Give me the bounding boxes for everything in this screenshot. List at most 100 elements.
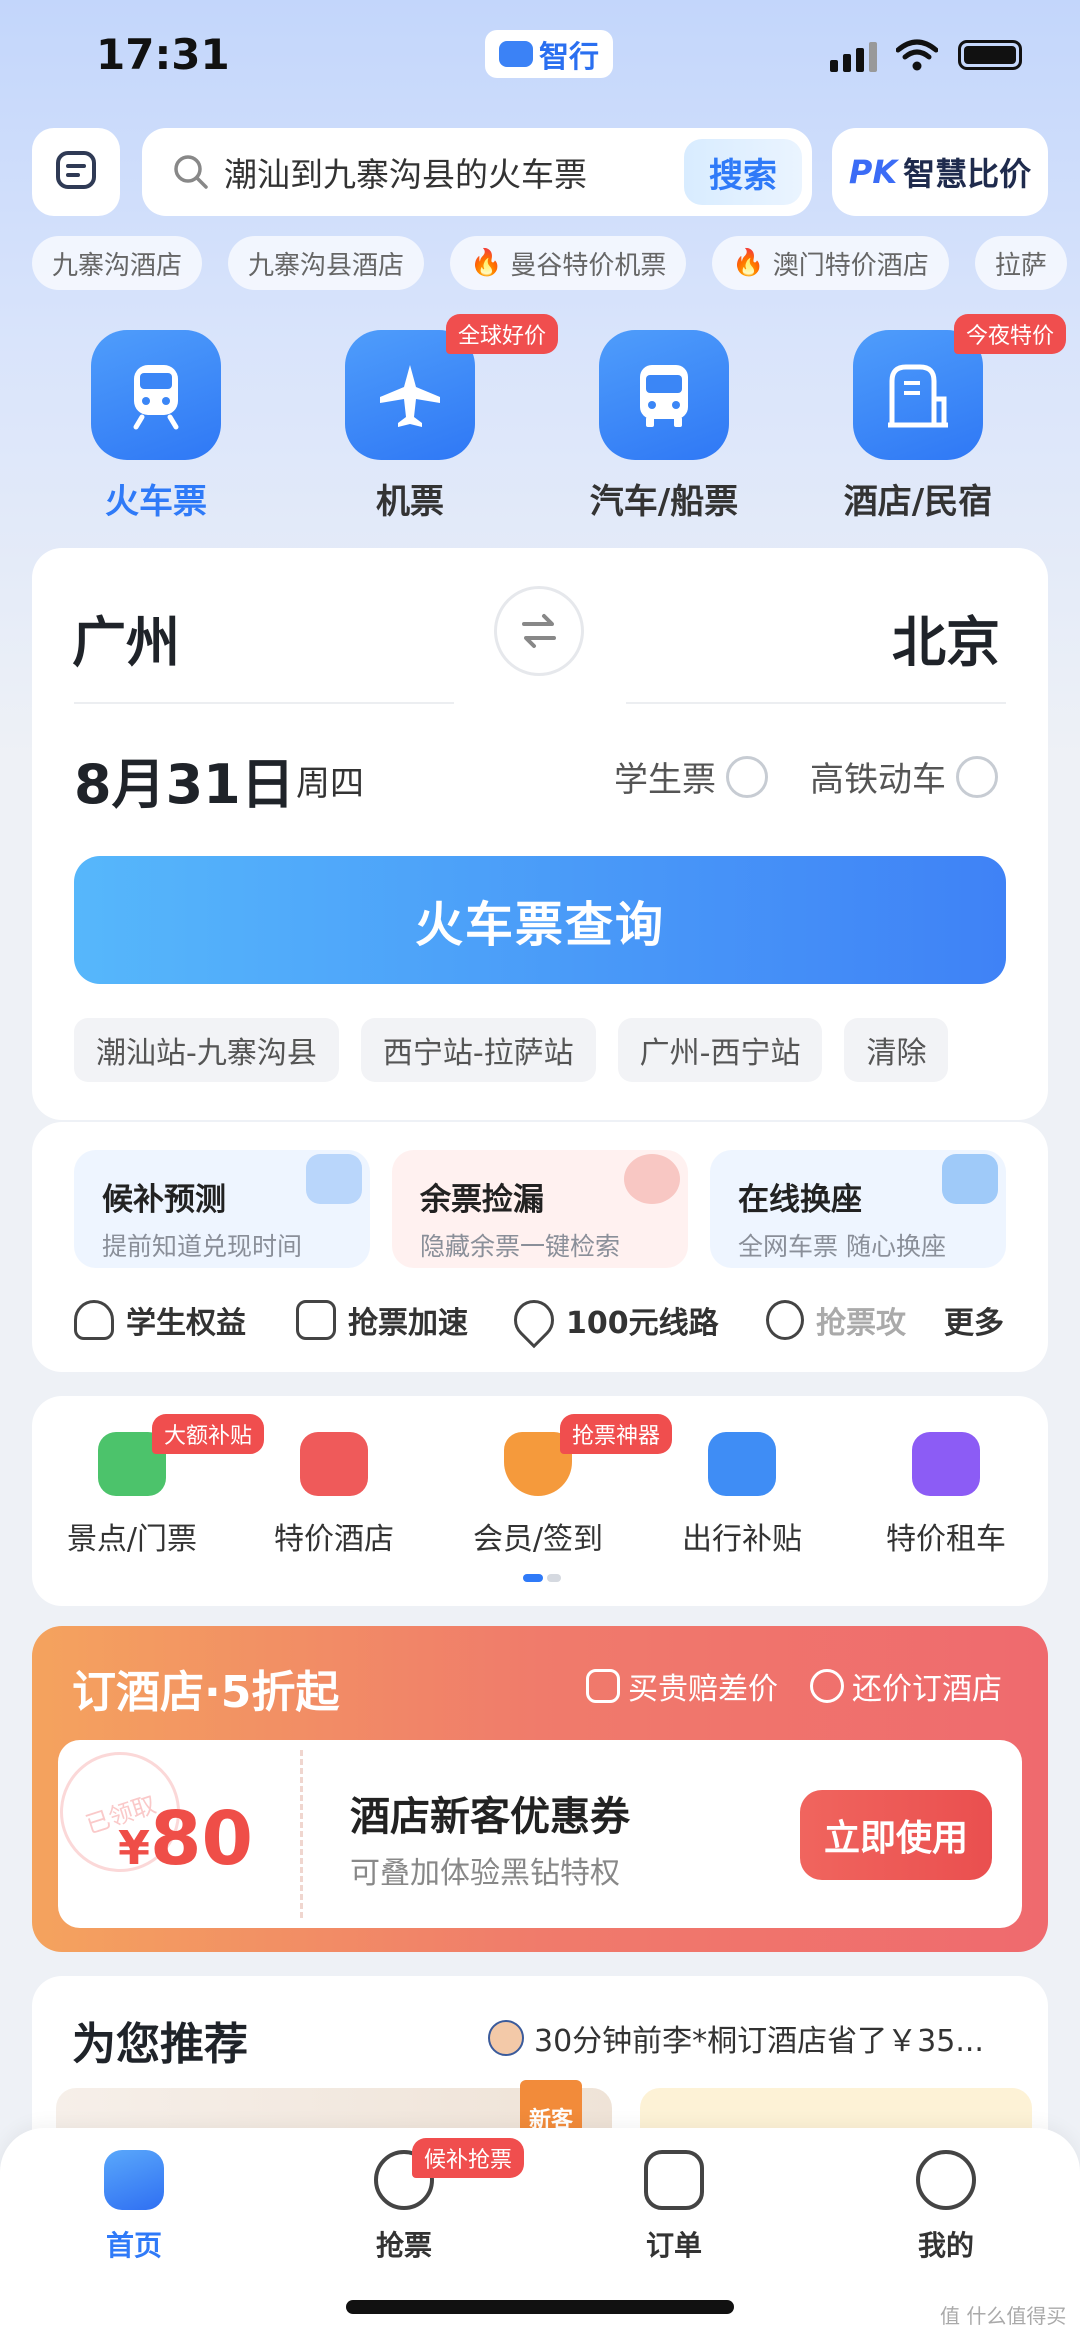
search-icon xyxy=(174,155,208,189)
grid-label: 特价酒店 xyxy=(274,1522,394,1557)
price-compare-label: 智慧比价 xyxy=(903,155,1032,193)
checkbox-circle xyxy=(956,755,998,798)
history-item[interactable]: 西宁站-拉萨站 xyxy=(360,1018,596,1082)
tab-home[interactable]: 首页 xyxy=(64,2150,204,2264)
tab-label: 首页 xyxy=(105,2229,162,2262)
departure-date[interactable]: 8月31日 xyxy=(74,740,295,819)
category-train[interactable]: 火车票 xyxy=(56,330,256,523)
grid-badge: 抢票神器 xyxy=(560,1414,673,1454)
train-search-button[interactable]: 火车票查询 xyxy=(74,856,1006,984)
status-time: 17:31 xyxy=(96,30,230,79)
quick-tag[interactable]: 拉萨 xyxy=(974,236,1067,290)
quick-tag[interactable]: 🔥 澳门特价酒店 xyxy=(712,236,949,290)
category-hotel[interactable]: 酒店/民宿 xyxy=(818,330,1018,523)
more-link[interactable]: 更多 xyxy=(944,1298,1004,1342)
quick-tags: 九寨沟酒店 九寨沟县酒店 🔥 曼谷特价机票 🔥 澳门特价酒店 拉萨 xyxy=(32,236,1080,292)
departure-city[interactable]: 广州 xyxy=(72,598,180,677)
shield-icon xyxy=(586,1669,620,1703)
home-icon xyxy=(104,2150,164,2210)
train-icon xyxy=(91,330,221,460)
flame-icon: 🔥 xyxy=(470,248,503,278)
category-badge: 今夜特价 xyxy=(954,314,1067,354)
category-label: 火车票 xyxy=(105,482,207,522)
seat-swap-icon xyxy=(942,1154,998,1204)
student-ticket-checkbox[interactable]: 学生票 xyxy=(614,752,768,801)
tab-profile[interactable]: 我的 xyxy=(876,2150,1016,2264)
service-waitlist-forecast[interactable]: 候补预测 提前知道兑现时间 xyxy=(74,1150,370,1268)
tab-label: 我的 xyxy=(917,2229,974,2262)
clock-icon xyxy=(624,1154,680,1204)
watermark: 值 什么值得买 xyxy=(940,2304,1067,2328)
coupon-subtitle: 可叠加体验黑钻特权 xyxy=(350,1856,620,1891)
quick-tag[interactable]: 九寨沟县酒店 xyxy=(228,236,425,290)
grid-badge: 大额补贴 xyxy=(152,1414,265,1454)
divider xyxy=(74,702,454,704)
price-compare-button[interactable]: PK 智慧比价 xyxy=(832,128,1048,216)
app-pill: 智行 xyxy=(485,30,613,78)
grid-label: 特价租车 xyxy=(886,1522,1006,1557)
pk-logo: PK xyxy=(848,153,898,191)
category-label: 汽车/船票 xyxy=(589,482,739,522)
tab-label: 抢票 xyxy=(375,2229,432,2262)
lightning-icon xyxy=(296,1300,336,1340)
search-input[interactable]: 潮汕到九寨沟县的火车票 xyxy=(224,148,684,196)
service-subtitle: 提前知道兑现时间 xyxy=(102,1232,303,1261)
clear-history-button[interactable]: 清除 xyxy=(844,1018,949,1082)
service-leftover-tickets[interactable]: 余票捡漏 隐藏余票一键检索 xyxy=(392,1150,688,1268)
arrival-city[interactable]: 北京 xyxy=(892,598,1000,677)
checkbox-label: 学生票 xyxy=(614,760,716,800)
coupon-title: 酒店新客优惠券 xyxy=(350,1794,630,1840)
avatar xyxy=(488,2020,524,2056)
swap-cities-button[interactable] xyxy=(494,586,584,676)
grid-item-car-rental[interactable]: 特价租车 xyxy=(866,1432,1026,1558)
grab-speedup-link[interactable]: 抢票加速 xyxy=(296,1298,468,1342)
recommend-ticker: 30分钟前李*桐订酒店省了￥35... xyxy=(488,2016,984,2060)
use-coupon-button[interactable]: 立即使用 xyxy=(800,1790,992,1880)
grid-item-hotel-deal[interactable]: 特价酒店 xyxy=(254,1432,414,1558)
divider xyxy=(626,702,1006,704)
category-bus-ship[interactable]: 汽车/船票 xyxy=(564,330,764,523)
student-benefits-link[interactable]: 学生权益 xyxy=(74,1298,246,1342)
category-label: 酒店/民宿 xyxy=(843,482,993,522)
service-change-seat[interactable]: 在线换座 全网车票 随心换座 xyxy=(710,1150,1006,1268)
cellular-signal-icon xyxy=(830,42,877,72)
guide-icon xyxy=(766,1300,804,1340)
grab-guide-link[interactable]: 抢票攻 xyxy=(766,1298,906,1342)
category-label: 机票 xyxy=(376,482,444,522)
service-subtitle: 隐藏余票一键检索 xyxy=(420,1232,621,1261)
flame-icon: 🔥 xyxy=(732,248,765,278)
service-subtitle: 全网车票 随心换座 xyxy=(738,1232,946,1261)
quick-tag[interactable]: 九寨沟酒店 xyxy=(32,236,203,290)
bus-icon xyxy=(599,330,729,460)
car-rental-icon xyxy=(912,1432,980,1496)
history-item[interactable]: 潮汕站-九寨沟县 xyxy=(74,1018,339,1082)
search-bar[interactable]: 潮汕到九寨沟县的火车票 搜索 xyxy=(142,128,812,216)
highspeed-checkbox[interactable]: 高铁动车 xyxy=(810,752,998,801)
grid-label: 景点/门票 xyxy=(66,1522,198,1557)
recommend-title: 为您推荐 xyxy=(72,2019,248,2070)
swap-icon xyxy=(522,614,556,648)
tab-orders[interactable]: 订单 xyxy=(604,2150,744,2264)
battery-icon xyxy=(958,40,1022,70)
chat-icon xyxy=(56,151,96,189)
grid-label: 会员/签到 xyxy=(472,1522,604,1557)
grid-item-subsidy[interactable]: 出行补贴 xyxy=(662,1432,822,1558)
grid-label: 出行补贴 xyxy=(682,1522,802,1557)
category-flight[interactable]: 机票 xyxy=(310,330,510,523)
quick-tag[interactable]: 🔥 曼谷特价机票 xyxy=(450,236,687,290)
weekday: 周四 xyxy=(296,764,364,804)
message-button[interactable] xyxy=(32,128,120,216)
search-button[interactable]: 搜索 xyxy=(684,139,802,205)
checkbox-circle xyxy=(726,755,768,798)
chart-icon xyxy=(306,1154,362,1204)
budget-route-link[interactable]: 100元线路 xyxy=(505,1291,719,1349)
promo-bargain: 还价订酒店 xyxy=(810,1664,1002,1708)
history-item[interactable]: 广州-西宁站 xyxy=(617,1018,823,1082)
category-badge: 全球好价 xyxy=(446,314,559,354)
wifi-icon xyxy=(896,39,938,71)
checkbox-label: 高铁动车 xyxy=(810,760,946,800)
subsidy-icon xyxy=(708,1432,776,1496)
tab-label: 订单 xyxy=(645,2229,702,2262)
graduation-cap-icon xyxy=(74,1300,114,1340)
page-indicator xyxy=(523,1574,561,1582)
